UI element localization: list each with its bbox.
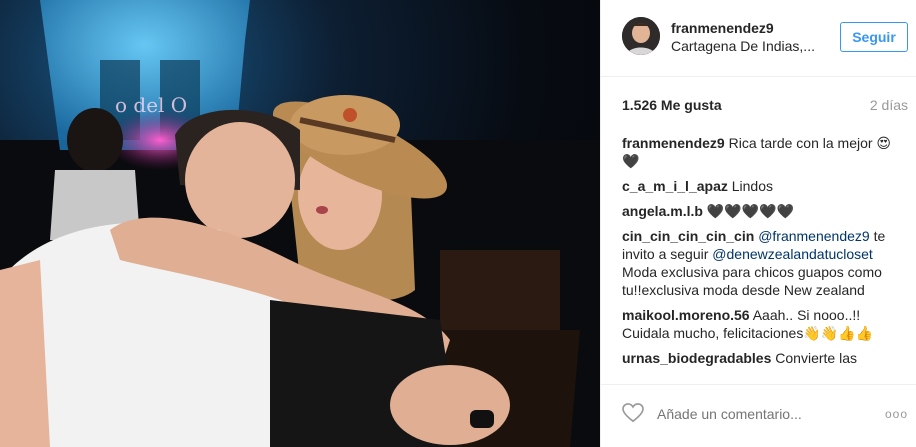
comment-username[interactable]: angela.m.l.b: [622, 203, 703, 219]
comment-item: maikool.moreno.56 Aaah.. Si nooo..!! Cui…: [622, 306, 904, 342]
svg-text:o del O: o del O: [115, 93, 187, 117]
comment-mention[interactable]: @denewzealandatucloset: [712, 246, 873, 262]
comment-username[interactable]: franmenendez9: [622, 135, 725, 151]
post-timestamp[interactable]: 2 días: [870, 97, 908, 113]
comment-text: Lindos: [731, 178, 774, 194]
comment-text: Convierte las: [775, 350, 857, 366]
comment-username[interactable]: cin_cin_cin_cin_cin: [622, 228, 754, 244]
comment-username[interactable]: c_a_m_i_l_apaz: [622, 178, 728, 194]
comment-item: c_a_m_i_l_apaz Lindos: [622, 177, 904, 195]
avatar-image: [622, 17, 660, 55]
heart-icon[interactable]: [622, 403, 644, 423]
follow-button[interactable]: Seguir: [840, 22, 908, 52]
comment-text: 🖤🖤🖤🖤🖤: [706, 203, 794, 219]
more-options-icon[interactable]: ooo: [885, 407, 908, 421]
comment-username[interactable]: maikool.moreno.56: [622, 307, 750, 323]
post-location[interactable]: Cartagena De Indias,...: [671, 38, 815, 54]
avatar[interactable]: [622, 17, 660, 55]
post-side-panel: franmenendez9 Cartagena De Indias,... Se…: [600, 0, 916, 447]
comment-item: angela.m.l.b 🖤🖤🖤🖤🖤: [622, 202, 904, 220]
add-comment-input[interactable]: [657, 406, 857, 422]
comment-username[interactable]: urnas_biodegradables: [622, 350, 771, 366]
like-count[interactable]: 1.526 Me gusta: [622, 97, 722, 113]
post-header: franmenendez9 Cartagena De Indias,... Se…: [601, 0, 916, 77]
comment-item: cin_cin_cin_cin_cin @franmenendez9 te in…: [622, 227, 904, 299]
post-photo[interactable]: o del O: [0, 0, 600, 447]
comment-footer: ooo: [601, 384, 916, 447]
author-username[interactable]: franmenendez9: [671, 20, 774, 36]
comment-mention[interactable]: @franmenendez9: [758, 228, 870, 244]
comment-item: urnas_biodegradables Convierte las: [622, 349, 904, 367]
comment-text: Moda exclusiva para chicos guapos como t…: [622, 264, 882, 298]
comment-list: franmenendez9 Rica tarde con la mejor 😍🖤…: [622, 134, 904, 384]
comment-item: franmenendez9 Rica tarde con la mejor 😍🖤: [622, 134, 904, 170]
selfie-photo-illustration: o del O: [0, 0, 600, 447]
